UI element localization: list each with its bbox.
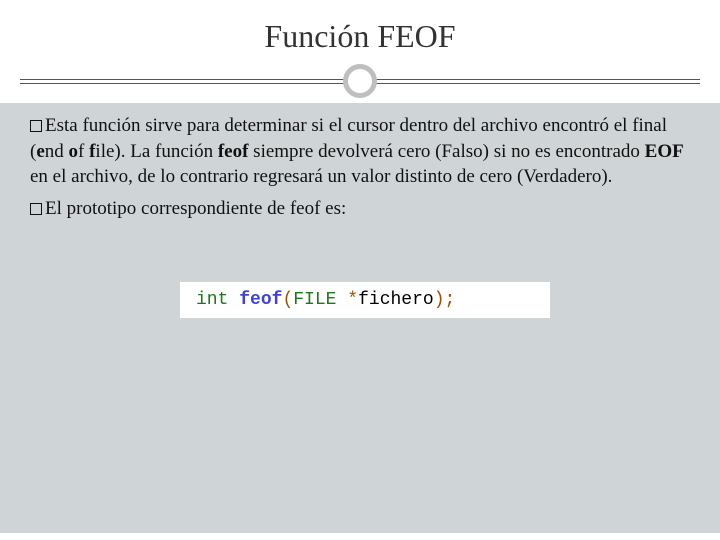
square-bullet-icon [30, 120, 42, 132]
bold-o: o [69, 141, 79, 162]
code-token-file: FILE [293, 290, 336, 310]
bold-e: e [36, 141, 44, 162]
code-space [228, 290, 239, 310]
code-token-int: int [196, 290, 228, 310]
divider [0, 63, 720, 103]
code-token-star: * [347, 290, 358, 310]
bullet-1-text-tail: en el archivo, de lo contrario regresará… [30, 166, 612, 187]
slide: Función FEOF Esta función sirve para det… [0, 0, 720, 540]
code-token-arg: fichero [358, 290, 434, 310]
code-token-rparen: ) [434, 290, 445, 310]
bullet-2-text: El prototipo correspondiente de feof es: [45, 198, 346, 219]
divider-circle-icon [343, 64, 377, 98]
content-body: Esta función sirve para determinar si el… [0, 103, 720, 533]
bullet-item-2: El prototipo correspondiente de feof es: [30, 196, 690, 222]
square-bullet-icon [30, 203, 42, 215]
bullet-1-text-m2: f [78, 141, 89, 162]
bullet-1-text-m1: nd [45, 141, 69, 162]
code-space [336, 290, 347, 310]
code-token-semicolon: ; [445, 290, 456, 310]
code-token-func: feof [239, 290, 282, 310]
page-title: Función FEOF [0, 18, 720, 55]
bullet-1-text-m3: ile). La función [95, 141, 217, 162]
code-token-lparen: ( [282, 290, 293, 310]
bullet-1-text-m4: siempre devolverá cero (Falso) si no es … [248, 141, 644, 162]
bullet-item-1: Esta función sirve para determinar si el… [30, 113, 690, 190]
bold-feof: feof [218, 141, 249, 162]
header: Función FEOF [0, 0, 720, 103]
bold-eof: EOF [645, 141, 684, 162]
code-prototype: int feof(FILE *fichero); [180, 282, 550, 318]
